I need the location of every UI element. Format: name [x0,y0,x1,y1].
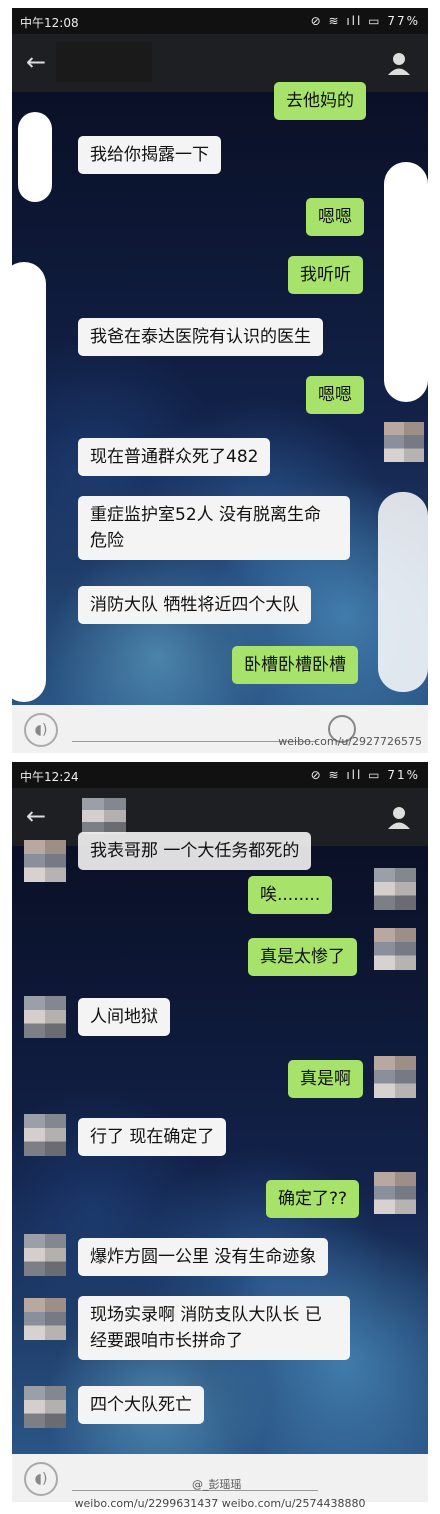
message-bubble-incoming: 消防大队 牺牲将近四个大队 [78,586,312,624]
chat-title-bar: ← [12,34,428,92]
message-input-bar: ◖) weibo.com/u/2927726575 [12,705,428,753]
avatar [374,1056,416,1098]
contact-profile-icon[interactable] [386,804,412,830]
status-icons: ⊘ ≋ ıll ▭ 71% [310,768,420,782]
status-bar: 中午12:08 ⊘ ≋ ıll ▭ 77% [12,8,428,34]
message-bubble-outgoing: 嗯嗯 [306,376,364,414]
screenshot-2: 中午12:24 ⊘ ≋ ıll ▭ 71% ← 我表哥那 一个大任务都死的 唉.… [12,762,428,1502]
watermark-caption: weibo.com/u/2299631437 weibo.com/u/25744… [74,1497,366,1510]
avatar [374,1172,416,1214]
message-bubble-outgoing: 去他妈的 [274,82,366,120]
avatar-redacted [378,492,428,692]
message-bubble-incoming: 我爸在泰达医院有认识的医生 [78,318,323,356]
avatar [374,928,416,970]
avatar [24,1234,66,1276]
contact-name-redacted [56,42,152,82]
avatar [24,1298,66,1340]
message-bubble-incoming: 人间地狱 [78,998,170,1036]
screenshot-1: 中午12:08 ⊘ ≋ ıll ▭ 77% ← 去他妈的 我给你揭露一下 嗯嗯 … [12,8,428,753]
message-input-bar: ◖) @_彭瑶瑶 [12,1454,428,1502]
message-bubble-outgoing: 唉........ [248,876,333,914]
avatar [24,996,66,1038]
status-icons: ⊘ ≋ ıll ▭ 77% [310,14,420,28]
avatar-redacted [384,162,428,402]
message-bubble-incoming: 现场实录啊 消防支队大队长 已经要跟咱市长拼命了 [78,1296,350,1360]
status-bar: 中午12:24 ⊘ ≋ ıll ▭ 71% [12,762,428,788]
message-bubble-incoming: 我表哥那 一个大任务都死的 [78,832,312,870]
battery-level: 77% [387,14,420,28]
voice-input-icon[interactable]: ◖) [24,1462,58,1496]
message-bubble-outgoing: 嗯嗯 [306,198,364,236]
avatar [384,422,424,462]
avatar-redacted [12,262,46,702]
message-bubble-incoming: 现在普通群众死了482 [78,438,271,476]
message-bubble-incoming: 我给你揭露一下 [78,136,221,174]
message-bubble-incoming: 重症监护室52人 没有脱离生命危险 [78,496,350,560]
watermark-text: weibo.com/u/2927726575 [278,735,422,748]
voice-input-icon[interactable]: ◖) [24,713,58,747]
battery-level: 71% [387,768,420,782]
message-bubble-outgoing: 确定了?? [266,1180,360,1218]
avatar [24,840,66,882]
avatar [24,1386,66,1428]
watermark-text: @_彭瑶瑶 [192,1478,242,1491]
chat-message-area: 去他妈的 我给你揭露一下 嗯嗯 我听听 我爸在泰达医院有认识的医生 嗯嗯 现在普… [12,82,428,705]
avatar [24,1114,66,1156]
back-arrow-icon[interactable]: ← [26,802,54,830]
message-bubble-incoming: 行了 现在确定了 [78,1118,227,1156]
status-time: 中午12:24 [20,770,79,784]
message-bubble-outgoing: 真是太惨了 [248,938,357,976]
chat-message-area: 我表哥那 一个大任务都死的 唉........ 真是太惨了 人间地狱 真是啊 行… [12,832,428,1454]
avatar [374,868,416,910]
message-bubble-outgoing: 我听听 [288,256,363,294]
contact-profile-icon[interactable] [386,50,412,76]
message-bubble-outgoing: 真是啊 [288,1060,363,1098]
message-bubble-incoming: 四个大队死亡 [78,1386,204,1424]
contact-name-redacted [82,798,126,834]
message-bubble-outgoing: 卧槽卧槽卧槽 [232,646,358,684]
message-bubble-incoming: 爆炸方圆一公里 没有生命迹象 [78,1238,329,1276]
avatar-redacted [18,112,52,202]
back-arrow-icon[interactable]: ← [26,48,54,76]
status-time: 中午12:08 [20,16,79,30]
